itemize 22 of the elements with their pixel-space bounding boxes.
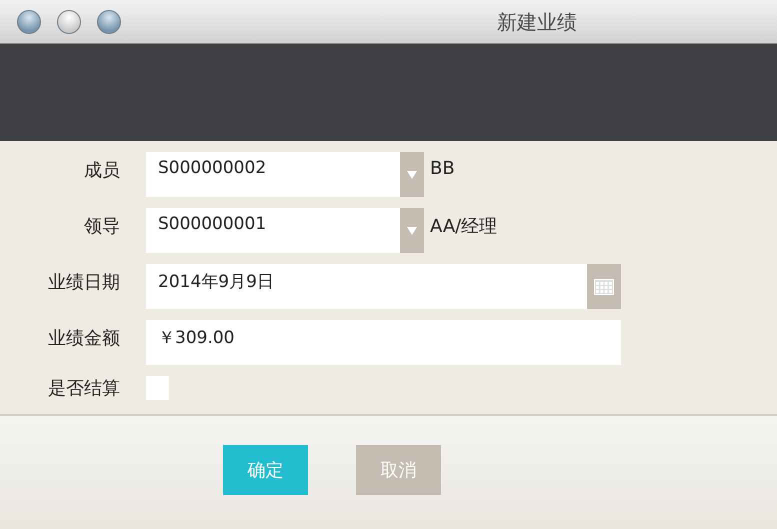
caret-icon [407,170,417,178]
caret-icon [407,226,417,234]
minimize-icon[interactable] [57,10,81,34]
dropdown-button[interactable] [400,152,424,197]
field-label: 业绩金额 [47,327,120,350]
date-field[interactable]: 2014年9月9日 [146,264,587,309]
zoom-icon[interactable] [97,10,121,34]
calendar-button[interactable] [587,264,621,309]
select-field[interactable]: S000000001 [146,208,400,253]
close-icon[interactable] [17,10,41,34]
field-label: 是否结算 [47,377,120,400]
field-label: 业绩日期 [47,271,120,294]
field-label: 成员 [83,159,120,182]
checkbox[interactable] [146,376,169,400]
calendar-icon [594,278,614,294]
member-name: BB [430,158,455,179]
window-title: 新建业绩 [497,9,577,36]
field-label: 领导 [83,215,120,238]
member-name: AA/经理 [430,215,498,238]
select-field[interactable]: S000000002 [146,152,400,197]
amount-field[interactable]: ￥309.00 [146,320,621,365]
dropdown-button[interactable] [400,208,424,253]
